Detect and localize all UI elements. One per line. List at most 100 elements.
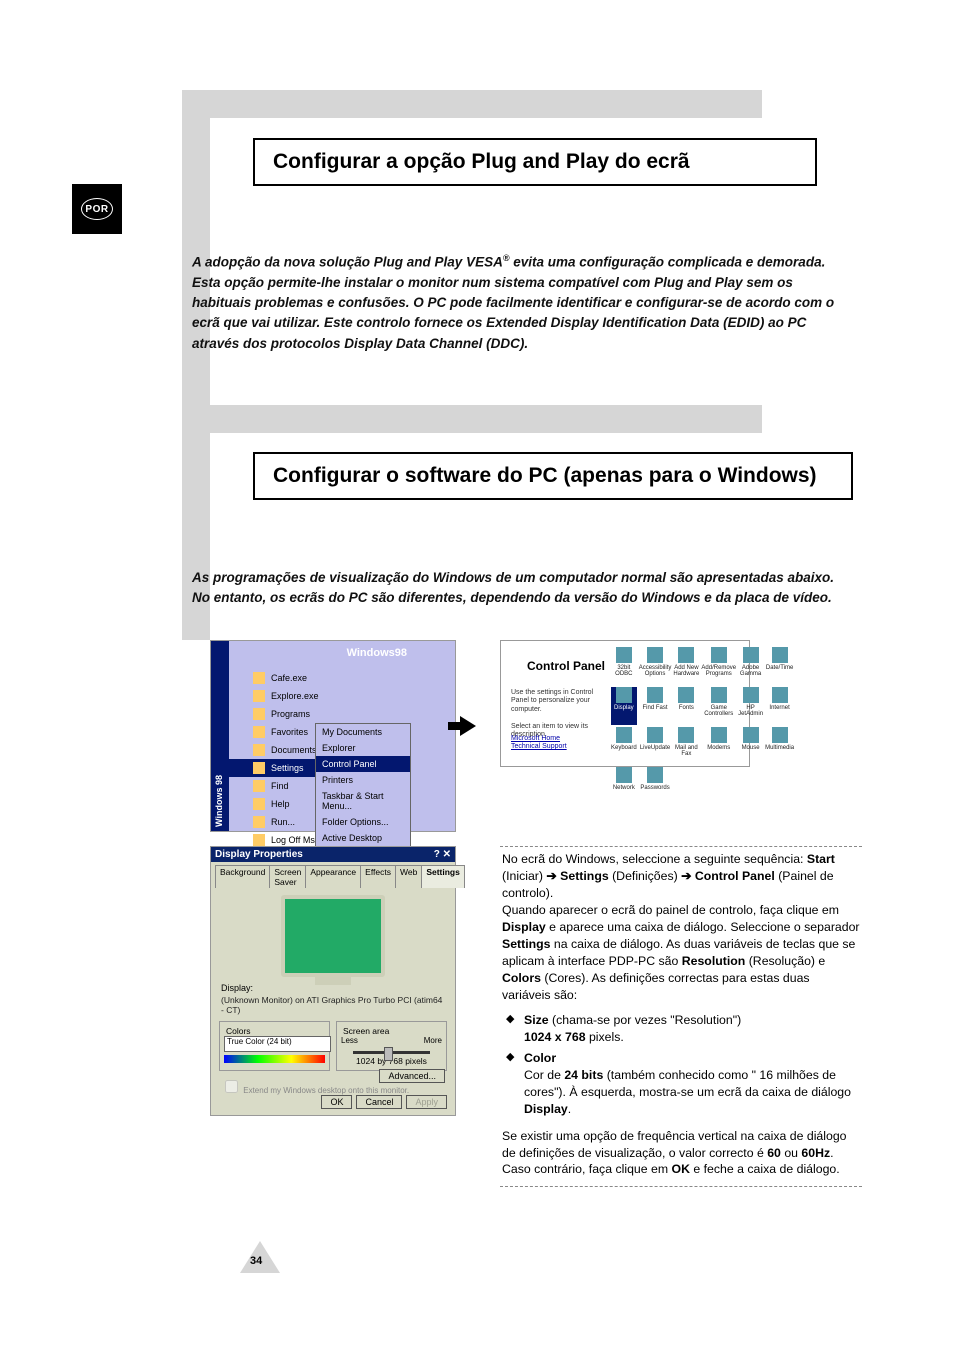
- submenu-item[interactable]: Taskbar & Start Menu...: [316, 788, 410, 814]
- decor-bar-vert: [182, 90, 210, 640]
- submenu-item-control-panel[interactable]: Control Panel: [316, 756, 410, 772]
- submenu-item[interactable]: Printers: [316, 772, 410, 788]
- cp-item[interactable]: Multimedia: [765, 727, 794, 765]
- slider-label-more: More: [424, 1036, 442, 1045]
- cp-item[interactable]: Date/Time: [765, 647, 794, 685]
- cp-item[interactable]: Add/Remove Programs: [701, 647, 736, 685]
- app-icon: [253, 672, 265, 684]
- menu-item[interactable]: Cafe.exe: [229, 669, 344, 687]
- slider-label-less: Less: [341, 1036, 358, 1045]
- settings-tab-body: Display: (Unknown Monitor) on ATI Graphi…: [211, 881, 455, 1115]
- info-list: Size (chama-se por vezes "Resolution") 1…: [502, 1012, 860, 1118]
- cp-icon: [678, 727, 694, 743]
- start-menu-sidebar: Windows 98: [211, 641, 229, 831]
- cp-icon: [678, 647, 694, 663]
- display-value: (Unknown Monitor) on ATI Graphics Pro Tu…: [211, 995, 455, 1021]
- cp-icon: [772, 687, 788, 703]
- monitor-preview: [281, 895, 385, 977]
- cp-item[interactable]: Game Controllers: [701, 687, 736, 725]
- start-menu-sidebar-label: Windows 98: [214, 775, 224, 827]
- submenu-item[interactable]: Explorer: [316, 740, 410, 756]
- cp-item[interactable]: Accessibility Options: [639, 647, 672, 685]
- cp-icon: [647, 647, 663, 663]
- cp-icon: [711, 687, 727, 703]
- extend-desktop-checkbox[interactable]: [225, 1080, 238, 1093]
- display-icon: [616, 687, 632, 703]
- cp-icon: [743, 687, 759, 703]
- page-number: 34: [250, 1255, 262, 1267]
- screenshot-start-menu: Windows 98 Windows98 Cafe.exe Explore.ex…: [210, 640, 456, 832]
- submenu-item[interactable]: Active Desktop: [316, 830, 410, 846]
- link-ms-home[interactable]: Microsoft Home: [511, 735, 560, 742]
- instructions-box: No ecrã do Windows, seleccione a seguint…: [500, 846, 862, 1187]
- intro-pc-software: As programações de visualização do Windo…: [192, 568, 852, 609]
- cp-icon: [743, 647, 759, 663]
- cp-item[interactable]: LiveUpdate: [639, 727, 672, 765]
- control-panel-icon-grid: 32bit ODBC Accessibility Options Add New…: [611, 647, 743, 760]
- screen-area-group: Screen area Less More 1024 by 768 pixels: [336, 1021, 447, 1071]
- decor-bar-mid: [182, 405, 762, 433]
- extend-desktop-label: Extend my Windows desktop onto this moni…: [243, 1086, 409, 1095]
- cp-icon: [647, 727, 663, 743]
- menu-item[interactable]: Programs: [229, 705, 344, 723]
- cp-item[interactable]: Mail and Fax: [673, 727, 699, 765]
- cp-item[interactable]: Keyboard: [611, 727, 637, 765]
- cp-icon: [647, 767, 663, 783]
- ok-button[interactable]: OK: [321, 1095, 352, 1109]
- heading-pc-software: Configurar o software do PC (apenas para…: [253, 452, 853, 500]
- info-p3: Se existir uma opção de frequência verti…: [502, 1129, 847, 1177]
- screenshot-control-panel: Control Panel Use the settings in Contro…: [500, 640, 750, 767]
- cp-icon: [711, 727, 727, 743]
- cp-icon: [678, 687, 694, 703]
- heading-plug-and-play: Configurar a opção Plug and Play do ecrã: [253, 138, 817, 186]
- info-p2: Quando aparecer o ecrã do painel de cont…: [502, 903, 860, 1002]
- cp-icon: [772, 727, 788, 743]
- cp-item[interactable]: HP JetAdmin: [738, 687, 763, 725]
- apply-button[interactable]: Apply: [406, 1095, 447, 1109]
- cp-item[interactable]: Adobe Gamma: [738, 647, 763, 685]
- color-depth-select[interactable]: True Color (24 bit): [224, 1036, 331, 1052]
- cp-item-display[interactable]: Display: [611, 687, 637, 725]
- cp-item[interactable]: Internet: [765, 687, 794, 725]
- intro1-pre: A adopção da nova solução Plug and Play …: [192, 255, 503, 270]
- advanced-button[interactable]: Advanced...: [379, 1069, 445, 1083]
- colors-group: Colors True Color (24 bit): [219, 1021, 330, 1071]
- cp-item[interactable]: Network: [611, 767, 637, 805]
- cp-item[interactable]: Find Fast: [639, 687, 672, 725]
- cp-icon: [616, 767, 632, 783]
- window-titlebar: Display Properties ? ✕: [211, 847, 455, 862]
- help-icon: [253, 798, 265, 810]
- arrow-right-icon: ➔: [546, 869, 556, 883]
- cp-item[interactable]: Mouse: [738, 727, 763, 765]
- info-p1: No ecrã do Windows, seleccione a seguint…: [502, 852, 835, 900]
- info-list-item-color: Color Cor de 24 bits (também conhecido c…: [502, 1050, 860, 1118]
- cp-item[interactable]: Modems: [701, 727, 736, 765]
- colors-group-title: Colors: [224, 1026, 253, 1036]
- star-icon: [253, 726, 265, 738]
- cp-item[interactable]: Add New Hardware: [673, 647, 699, 685]
- cp-icon: [616, 647, 632, 663]
- cp-icon: [616, 727, 632, 743]
- submenu-item[interactable]: Folder Options...: [316, 814, 410, 830]
- cp-item[interactable]: 32bit ODBC: [611, 647, 637, 685]
- cp-item[interactable]: Passwords: [639, 767, 672, 805]
- menu-item[interactable]: Explore.exe: [229, 687, 344, 705]
- submenu-item[interactable]: My Documents: [316, 724, 410, 740]
- cp-icon: [647, 687, 663, 703]
- cp-icon: [711, 647, 727, 663]
- link-tech-support[interactable]: Technical Support: [511, 743, 567, 750]
- gear-icon: [253, 762, 265, 774]
- control-panel-desc: Use the settings in Control Panel to per…: [511, 689, 601, 739]
- resolution-slider[interactable]: [353, 1051, 430, 1054]
- settings-submenu: My Documents Explorer Control Panel Prin…: [315, 723, 411, 863]
- doc-icon: [253, 744, 265, 756]
- cp-item[interactable]: Fonts: [673, 687, 699, 725]
- language-badge-text: POR: [81, 198, 113, 220]
- control-panel-links: Microsoft Home Technical Support: [511, 735, 567, 752]
- screen-area-group-title: Screen area: [341, 1026, 391, 1036]
- info-list-item-size: Size (chama-se por vezes "Resolution") 1…: [502, 1012, 860, 1046]
- cancel-button[interactable]: Cancel: [356, 1095, 402, 1109]
- start-menu: Cafe.exe Explore.exe Programs Favorites …: [229, 641, 455, 831]
- page-number-decoration: [240, 1233, 280, 1273]
- search-icon: [253, 780, 265, 792]
